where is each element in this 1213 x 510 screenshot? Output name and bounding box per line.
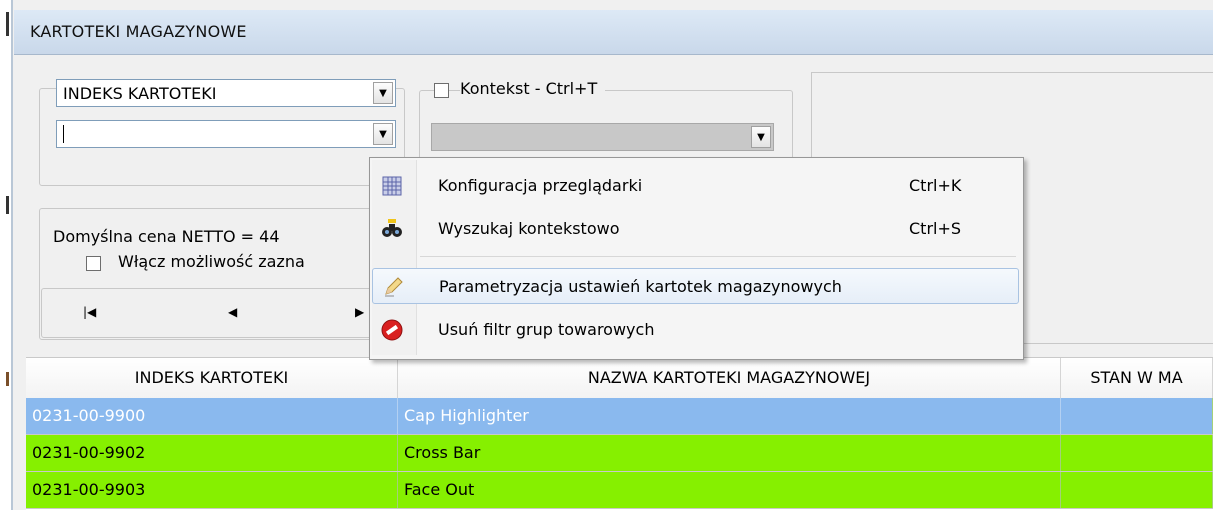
window-title: KARTOTEKI MAGAZYNOWE [30,22,247,41]
cell-name: Cap Highlighter [398,398,1061,434]
cell-stock [1061,435,1213,471]
window-border [11,0,13,510]
cell-index: 0231-00-9903 [26,472,398,508]
grid-header: INDEKS KARTOTEKI NAZWA KARTOTEKI MAGAZYN… [26,357,1213,399]
menu-item-browser-config[interactable]: Konfiguracja przeglądarki Ctrl+K [372,168,1019,204]
column-header-index[interactable]: INDEKS KARTOTEKI [26,358,398,398]
context-checkbox-label: Kontekst - Ctrl+T [460,79,606,98]
next-record-icon[interactable]: ▶ [355,305,364,319]
field-select-combo[interactable]: INDEKS KARTOTEKI ▼ [56,79,396,107]
context-combo: ▼ [431,123,774,151]
remove-filter-icon [380,318,404,342]
previous-record-icon[interactable]: ◀ [228,305,237,319]
chevron-down-icon[interactable]: ▼ [373,123,393,145]
menu-item-remove-group-filter[interactable]: Usuń filtr grup towarowych [372,312,1019,348]
records-grid: INDEKS KARTOTEKI NAZWA KARTOTEKI MAGAZYN… [26,357,1213,510]
menu-item-label: Wyszukaj kontekstowo [438,219,620,238]
chevron-down-icon: ▼ [751,126,771,148]
window-edge-mark [6,12,9,36]
column-header-name[interactable]: NAZWA KARTOTEKI MAGAZYNOWEJ [398,358,1061,398]
table-row[interactable]: 0231-00-9902 Cross Bar [26,435,1213,472]
grid-config-icon [380,174,404,198]
menu-item-shortcut: Ctrl+K [909,176,962,195]
enable-selection-label: Włącz możliwość zazna [118,252,305,271]
context-checkbox[interactable] [434,83,449,98]
cell-stock [1061,398,1213,434]
window-titlebar: KARTOTEKI MAGAZYNOWE [14,10,1213,55]
cell-index: 0231-00-9900 [26,398,398,434]
cell-index: 0231-00-9902 [26,435,398,471]
cell-name: Face Out [398,472,1061,508]
menu-item-label: Usuń filtr grup towarowych [438,320,655,339]
window-edge-mark [6,372,9,386]
pencil-icon [381,275,405,299]
menu-item-shortcut: Ctrl+S [909,219,962,238]
cell-stock [1061,472,1213,508]
menu-item-label: Konfiguracja przeglądarki [438,176,643,195]
window-edge-mark [6,196,9,214]
menu-separator [420,256,1016,257]
field-select-value: INDEKS KARTOTEKI [63,84,217,103]
table-row[interactable]: 0231-00-9903 Face Out [26,472,1213,509]
binoculars-search-icon [380,217,404,241]
table-row[interactable]: 0231-00-9900 Cap Highlighter [26,398,1213,435]
enable-selection-checkbox[interactable] [86,256,101,271]
menu-item-context-search[interactable]: Wyszukaj kontekstowo Ctrl+S [372,211,1019,247]
chevron-down-icon[interactable]: ▼ [373,82,393,104]
cell-name: Cross Bar [398,435,1061,471]
default-price-label: Domyślna cena NETTO = 44 [53,227,280,246]
column-header-stock[interactable]: STAN W MA [1061,358,1213,398]
menu-item-label: Parametryzacja ustawień kartotek magazyn… [439,277,842,296]
text-caret [63,125,64,143]
context-menu: Konfiguracja przeglądarki Ctrl+K Wyszuka… [369,157,1024,360]
menu-item-warehouse-settings[interactable]: Parametryzacja ustawień kartotek magazyn… [372,268,1019,304]
first-record-icon[interactable]: |◀ [83,305,96,319]
search-input[interactable]: ▼ [56,120,396,148]
